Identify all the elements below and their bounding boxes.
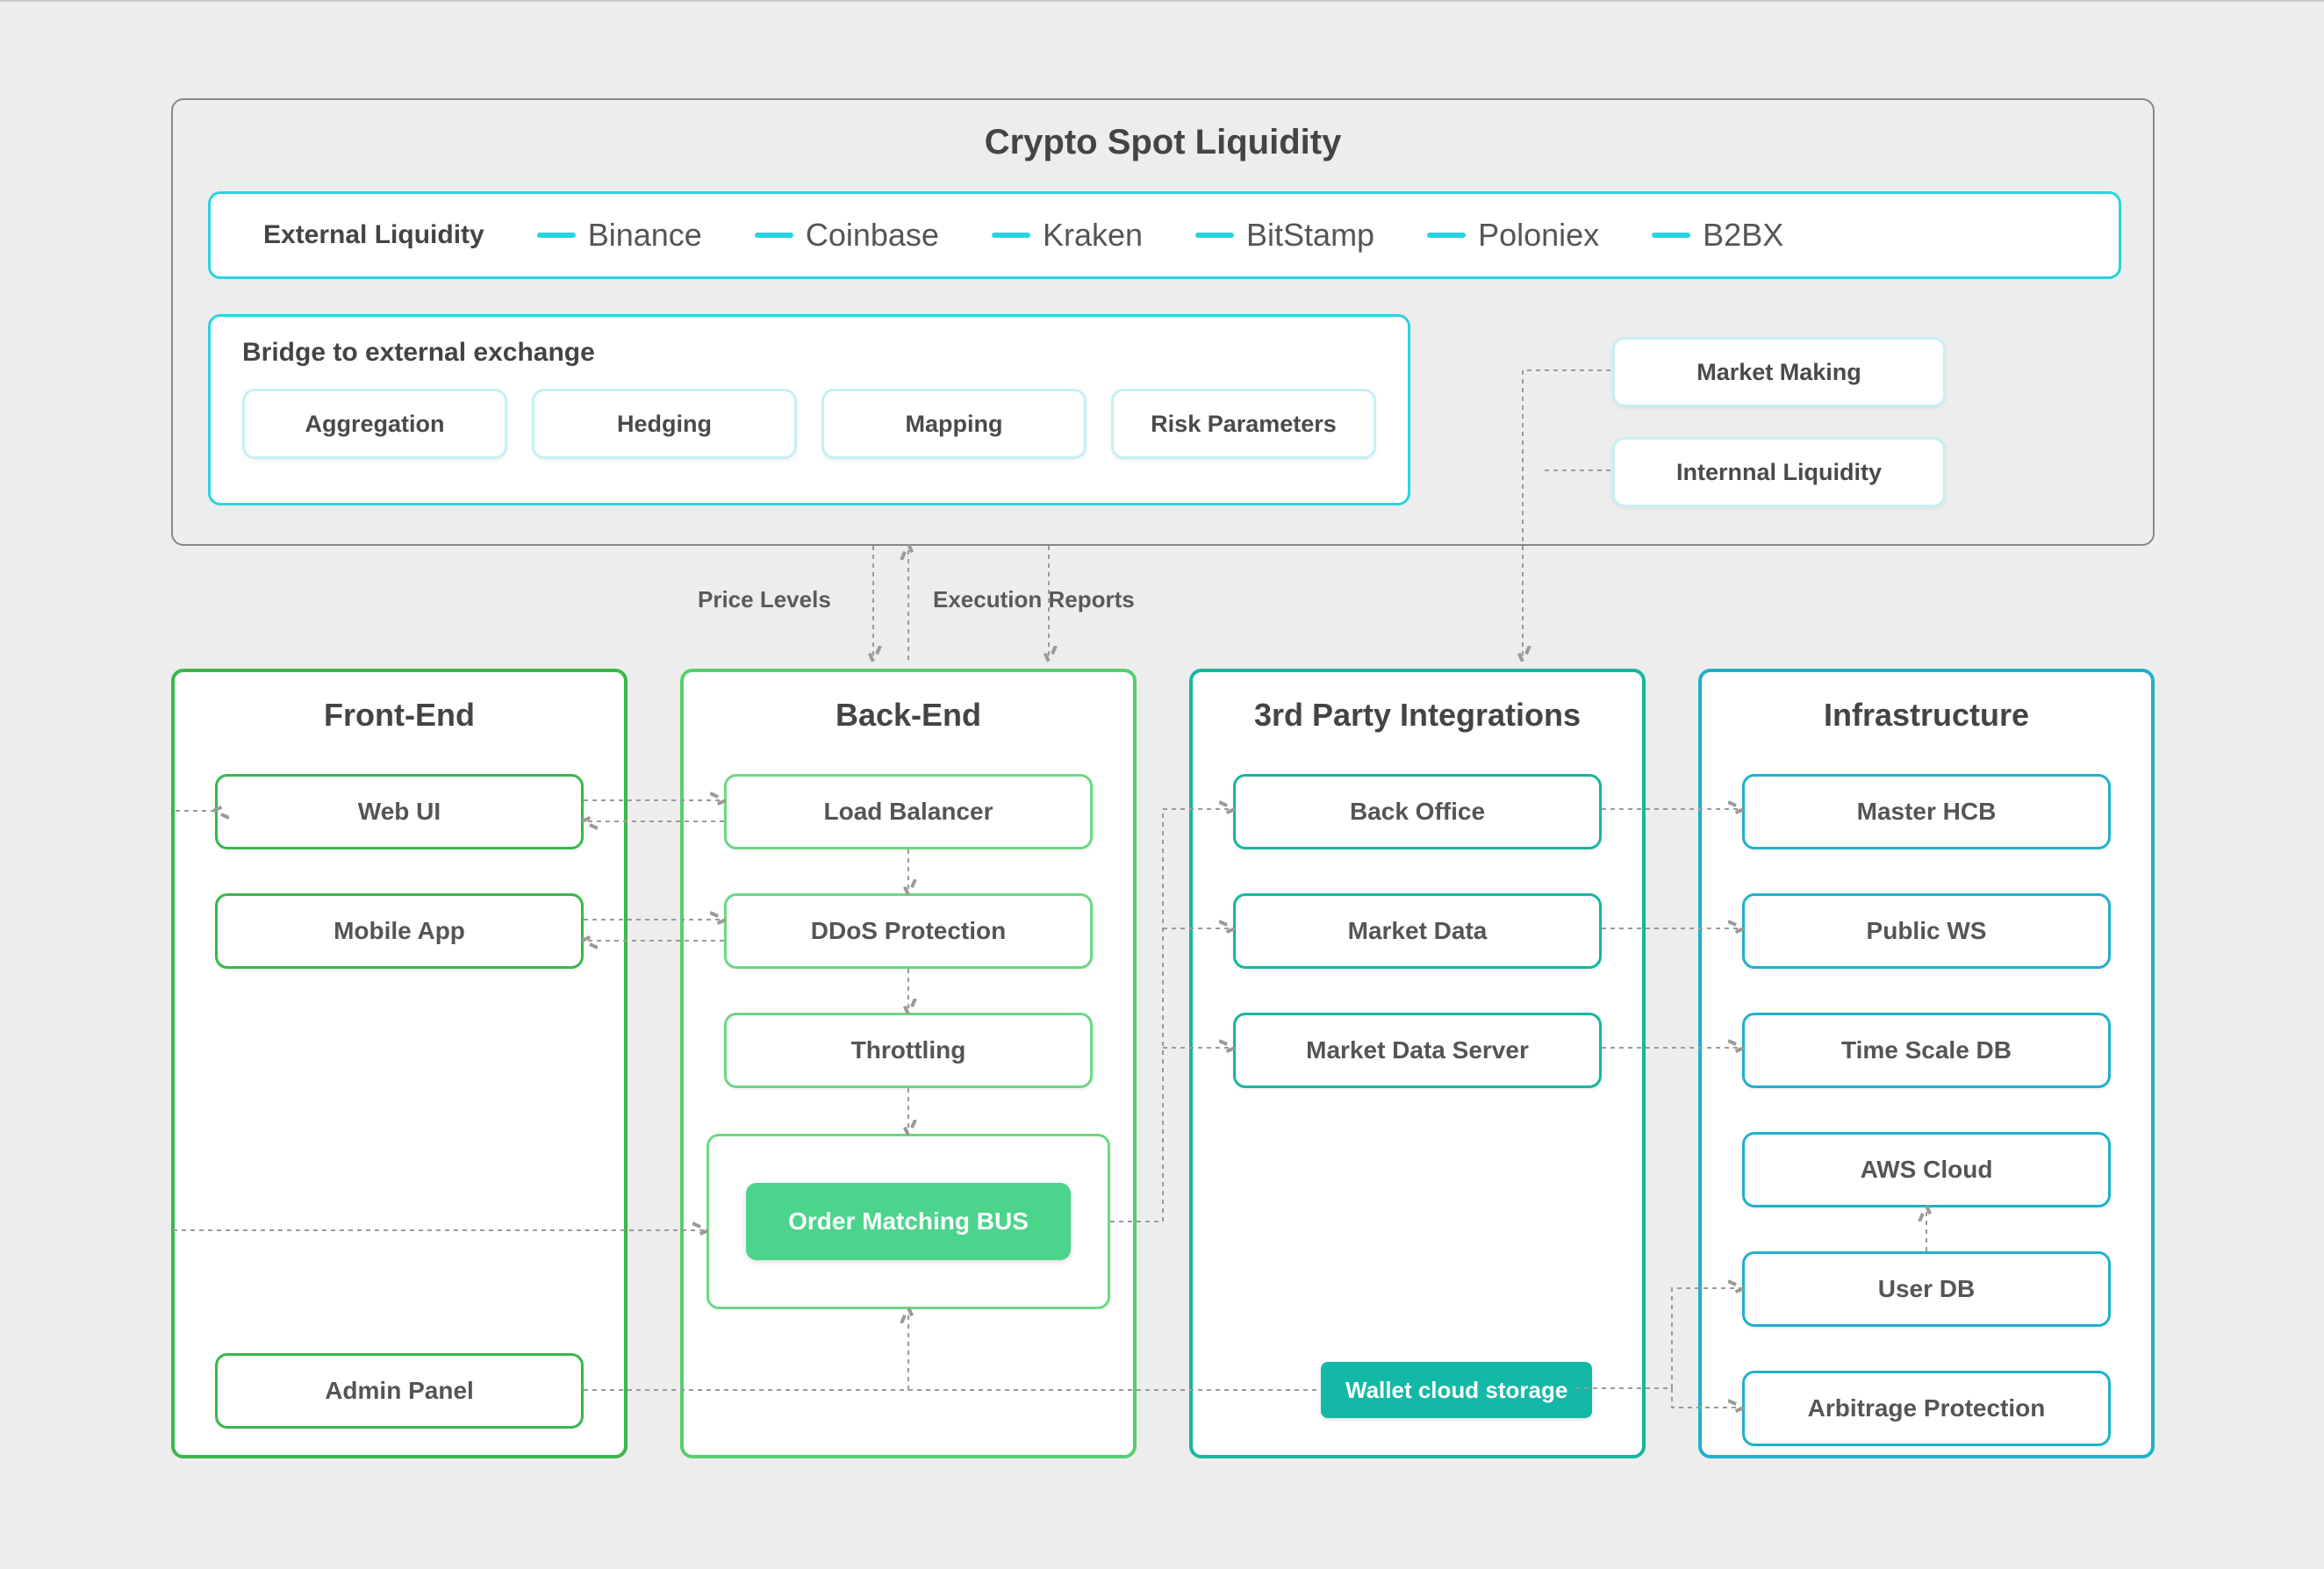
infra-arbitrage-protection: Arbitrage Protection <box>1742 1371 2111 1446</box>
third-back-office: Back Office <box>1233 774 1602 849</box>
external-liquidity-row: External Liquidity Binance Coinbase Krak… <box>208 191 2121 279</box>
frontend-admin-panel: Admin Panel <box>215 1353 584 1429</box>
third-market-data: Market Data <box>1233 893 1602 969</box>
panel-title: Crypto Spot Liquidity <box>173 100 2153 162</box>
label-execution-reports: Execution Reports <box>933 586 1135 613</box>
label-price-levels: Price Levels <box>698 586 831 613</box>
frontend-mobile-app: Mobile App <box>215 893 584 969</box>
third-party-title: 3rd Party Integrations <box>1193 672 1642 742</box>
crypto-spot-liquidity-panel: Crypto Spot Liquidity External Liquidity… <box>171 98 2155 546</box>
backend-ddos-protection: DDoS Protection <box>724 893 1093 969</box>
infra-user-db: User DB <box>1742 1251 2111 1327</box>
exchange-coinbase: Coinbase <box>755 217 939 254</box>
tick-icon <box>1195 233 1234 238</box>
tick-icon <box>1652 233 1690 238</box>
infra-public-ws: Public WS <box>1742 893 2111 969</box>
tick-icon <box>992 233 1030 238</box>
tick-icon <box>755 233 793 238</box>
tick-icon <box>537 233 576 238</box>
exchange-poloniex: Poloniex <box>1427 217 1599 254</box>
infrastructure-title: Infrastructure <box>1702 672 2151 742</box>
bridge-title: Bridge to external exchange <box>211 317 1408 368</box>
order-matching-bus: Order Matching BUS <box>746 1183 1071 1260</box>
bridge-risk-parameters: Risk Parameters <box>1111 389 1376 459</box>
architecture-diagram: Crypto Spot Liquidity External Liquidity… <box>171 98 2155 1502</box>
bridge-hedging: Hedging <box>532 389 797 459</box>
bridge-panel: Bridge to external exchange Aggregation … <box>208 314 1410 505</box>
frontend-web-ui: Web UI <box>215 774 584 849</box>
exchange-kraken: Kraken <box>992 217 1143 254</box>
tick-icon <box>1427 233 1466 238</box>
external-liquidity-label: External Liquidity <box>263 220 484 250</box>
frontend-title: Front-End <box>175 672 624 742</box>
bridge-mapping: Mapping <box>821 389 1087 459</box>
infra-master-hcb: Master HCB <box>1742 774 2111 849</box>
exchange-b2bx: B2BX <box>1652 217 1783 254</box>
infra-time-scale-db: Time Scale DB <box>1742 1013 2111 1088</box>
wallet-cloud-storage: Wallet cloud storage <box>1321 1362 1592 1418</box>
backend-title: Back-End <box>684 672 1133 742</box>
exchange-bitstamp: BitStamp <box>1195 217 1374 254</box>
internal-liquidity-box: Internnal Liquidity <box>1612 437 1946 507</box>
exchange-binance: Binance <box>537 217 702 254</box>
backend-bus-container: Order Matching BUS <box>707 1134 1110 1309</box>
backend-throttling: Throttling <box>724 1013 1093 1088</box>
third-market-data-server: Market Data Server <box>1233 1013 1602 1088</box>
market-making-box: Market Making <box>1612 337 1946 407</box>
infra-aws-cloud: AWS Cloud <box>1742 1132 2111 1207</box>
backend-load-balancer: Load Balancer <box>724 774 1093 849</box>
bridge-aggregation: Aggregation <box>242 389 507 459</box>
